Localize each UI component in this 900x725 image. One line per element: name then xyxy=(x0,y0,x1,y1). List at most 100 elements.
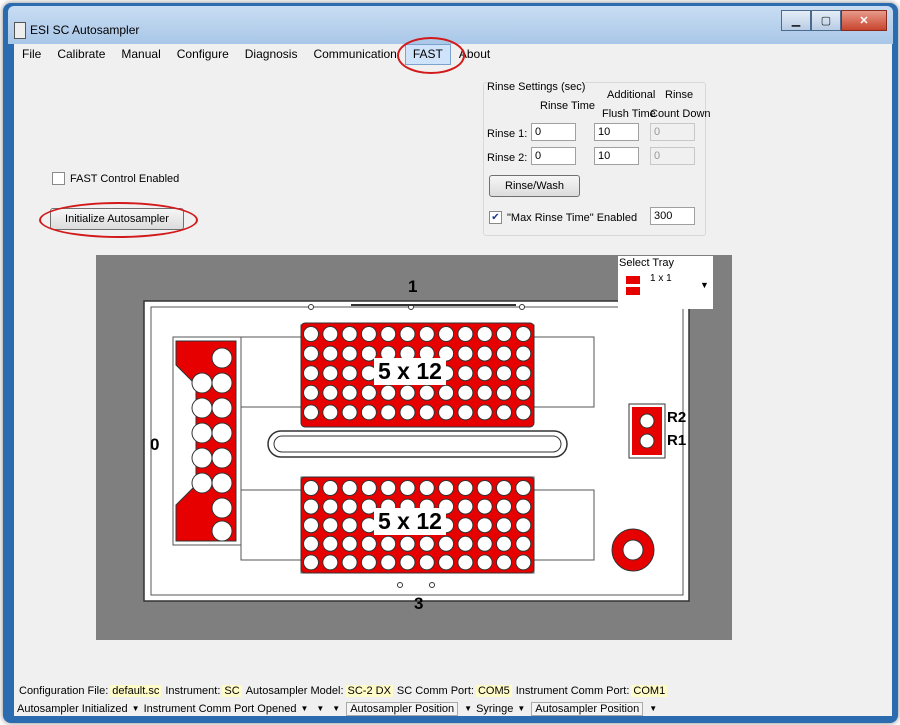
rinse-wash-button[interactable]: Rinse/Wash xyxy=(489,175,580,197)
vial[interactable] xyxy=(303,326,319,342)
vial[interactable] xyxy=(341,365,358,382)
vial[interactable] xyxy=(303,535,319,552)
vial[interactable] xyxy=(418,404,435,421)
vial[interactable] xyxy=(341,554,358,571)
vial[interactable] xyxy=(303,404,319,421)
vial[interactable] xyxy=(399,554,416,571)
chevron-down-icon[interactable]: ▼ xyxy=(700,280,709,290)
vial[interactable] xyxy=(191,472,213,494)
rinse1-time-input[interactable]: 0 xyxy=(531,123,576,141)
maximize-button[interactable]: ▢ xyxy=(811,10,841,31)
dropdown-arrow-icon[interactable]: ▼ xyxy=(300,704,308,713)
vial[interactable] xyxy=(303,345,319,362)
vial[interactable] xyxy=(322,384,339,401)
vial[interactable] xyxy=(303,384,319,401)
vial[interactable] xyxy=(399,404,416,421)
menu-configure[interactable]: Configure xyxy=(169,44,237,64)
vial[interactable] xyxy=(476,326,493,342)
vial[interactable] xyxy=(380,384,397,401)
vial[interactable] xyxy=(515,517,532,534)
vial[interactable] xyxy=(418,326,435,342)
vial[interactable] xyxy=(418,480,435,496)
vial[interactable] xyxy=(303,480,319,496)
vial[interactable] xyxy=(496,365,512,382)
menu-communication[interactable]: Communication xyxy=(305,44,404,64)
vial[interactable] xyxy=(211,372,233,394)
vial[interactable] xyxy=(457,326,474,342)
vial[interactable] xyxy=(515,326,532,342)
vial[interactable] xyxy=(322,326,339,342)
vial[interactable] xyxy=(399,326,416,342)
rinse2-flush-input[interactable]: 10 xyxy=(594,147,639,165)
vial[interactable] xyxy=(303,498,319,515)
vial[interactable] xyxy=(341,345,358,362)
menu-diagnosis[interactable]: Diagnosis xyxy=(237,44,306,64)
minimize-button[interactable]: ▁ xyxy=(781,10,811,31)
vial[interactable] xyxy=(515,365,532,382)
vial[interactable] xyxy=(457,365,474,382)
vial[interactable] xyxy=(438,326,455,342)
vial[interactable] xyxy=(191,372,213,394)
vial[interactable] xyxy=(191,447,213,469)
status-initialized[interactable]: Autosampler Initialized xyxy=(17,703,128,715)
status-position-2[interactable]: Autosampler Position xyxy=(531,701,644,716)
vial[interactable] xyxy=(496,480,512,496)
vial[interactable] xyxy=(399,535,416,552)
vial[interactable] xyxy=(457,498,474,515)
vial[interactable] xyxy=(496,517,512,534)
vial[interactable] xyxy=(515,480,532,496)
vial[interactable] xyxy=(360,384,377,401)
vial[interactable] xyxy=(476,498,493,515)
vial[interactable] xyxy=(476,404,493,421)
vial[interactable] xyxy=(191,397,213,419)
menu-manual[interactable]: Manual xyxy=(113,44,168,64)
vial[interactable] xyxy=(322,480,339,496)
initialize-autosampler-button[interactable]: Initialize Autosampler xyxy=(50,208,184,230)
vial[interactable] xyxy=(322,404,339,421)
vial[interactable] xyxy=(496,404,512,421)
rinse2-time-input[interactable]: 0 xyxy=(531,147,576,165)
vial[interactable] xyxy=(496,345,512,362)
vial[interactable] xyxy=(341,480,358,496)
vial[interactable] xyxy=(457,480,474,496)
vial[interactable] xyxy=(457,517,474,534)
vial[interactable] xyxy=(399,480,416,496)
menu-fast[interactable]: FAST xyxy=(404,44,451,65)
vial[interactable] xyxy=(457,404,474,421)
select-tray-panel[interactable]: Select Tray 1 x 1 ▼ xyxy=(618,256,713,309)
vial[interactable] xyxy=(515,554,532,571)
vial[interactable] xyxy=(322,345,339,362)
vial[interactable] xyxy=(211,447,233,469)
status-position-1[interactable]: Autosampler Position xyxy=(346,701,459,716)
dropdown-arrow-icon[interactable]: ▼ xyxy=(316,704,324,713)
vial[interactable] xyxy=(303,517,319,534)
fast-control-checkbox[interactable]: FAST Control Enabled xyxy=(52,172,179,185)
vial[interactable] xyxy=(457,384,474,401)
dropdown-arrow-icon[interactable]: ▼ xyxy=(464,704,472,713)
rinse1-flush-input[interactable]: 10 xyxy=(594,123,639,141)
vial[interactable] xyxy=(303,554,319,571)
vial[interactable] xyxy=(380,554,397,571)
vial[interactable] xyxy=(438,554,455,571)
vial[interactable] xyxy=(380,326,397,342)
vial[interactable] xyxy=(496,535,512,552)
vial[interactable] xyxy=(341,326,358,342)
vial[interactable] xyxy=(341,517,358,534)
vial[interactable] xyxy=(476,554,493,571)
status-comm-opened[interactable]: Instrument Comm Port Opened xyxy=(144,703,297,715)
dropdown-arrow-icon[interactable]: ▼ xyxy=(332,704,340,713)
vial[interactable] xyxy=(322,365,339,382)
vial[interactable] xyxy=(457,345,474,362)
dropdown-arrow-icon[interactable]: ▼ xyxy=(649,704,657,713)
vial[interactable] xyxy=(457,554,474,571)
menu-about[interactable]: About xyxy=(451,44,498,64)
checkbox-box[interactable] xyxy=(52,172,65,185)
vial[interactable] xyxy=(418,554,435,571)
vial[interactable] xyxy=(360,554,377,571)
vial[interactable] xyxy=(341,404,358,421)
vial[interactable] xyxy=(457,535,474,552)
vial[interactable] xyxy=(515,404,532,421)
vial[interactable] xyxy=(211,497,233,519)
vial[interactable] xyxy=(438,384,455,401)
vial[interactable] xyxy=(211,472,233,494)
